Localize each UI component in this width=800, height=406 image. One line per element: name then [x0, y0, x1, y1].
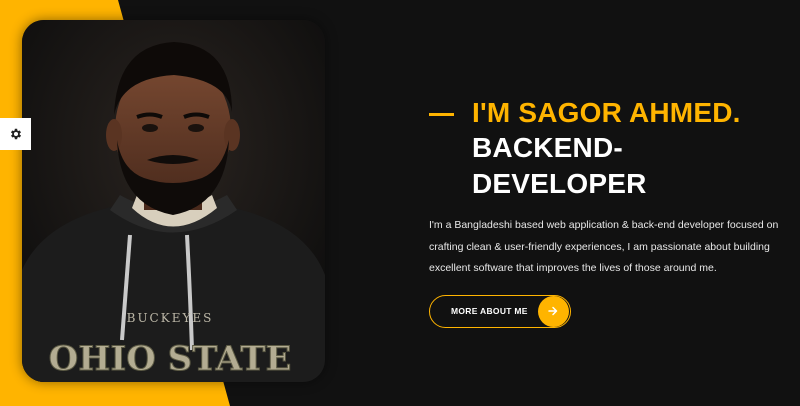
- settings-toggle-button[interactable]: [0, 118, 31, 150]
- more-about-me-label: MORE ABOUT ME: [451, 306, 528, 316]
- title-accent-dash: [429, 113, 454, 116]
- profile-photo: BUCKEYES OHIO STATE: [22, 20, 325, 382]
- hero-title: I'M SAGOR AHMED. BACKEND-DEVELOPER: [429, 96, 779, 202]
- hero-bio: I'm a Bangladeshi based web application …: [429, 219, 779, 274]
- hero-name: I'M SAGOR AHMED.: [472, 97, 741, 128]
- arrow-right-icon: [537, 295, 569, 327]
- more-about-me-button[interactable]: MORE ABOUT ME: [429, 294, 571, 328]
- shirt-text-main: OHIO STATE: [49, 339, 292, 379]
- hero-role: BACKEND-DEVELOPER: [472, 132, 647, 199]
- shirt-text-top: BUCKEYES: [127, 311, 214, 325]
- hero-content: I'M SAGOR AHMED. BACKEND-DEVELOPER I'm a…: [429, 96, 779, 328]
- gear-icon: [10, 128, 21, 140]
